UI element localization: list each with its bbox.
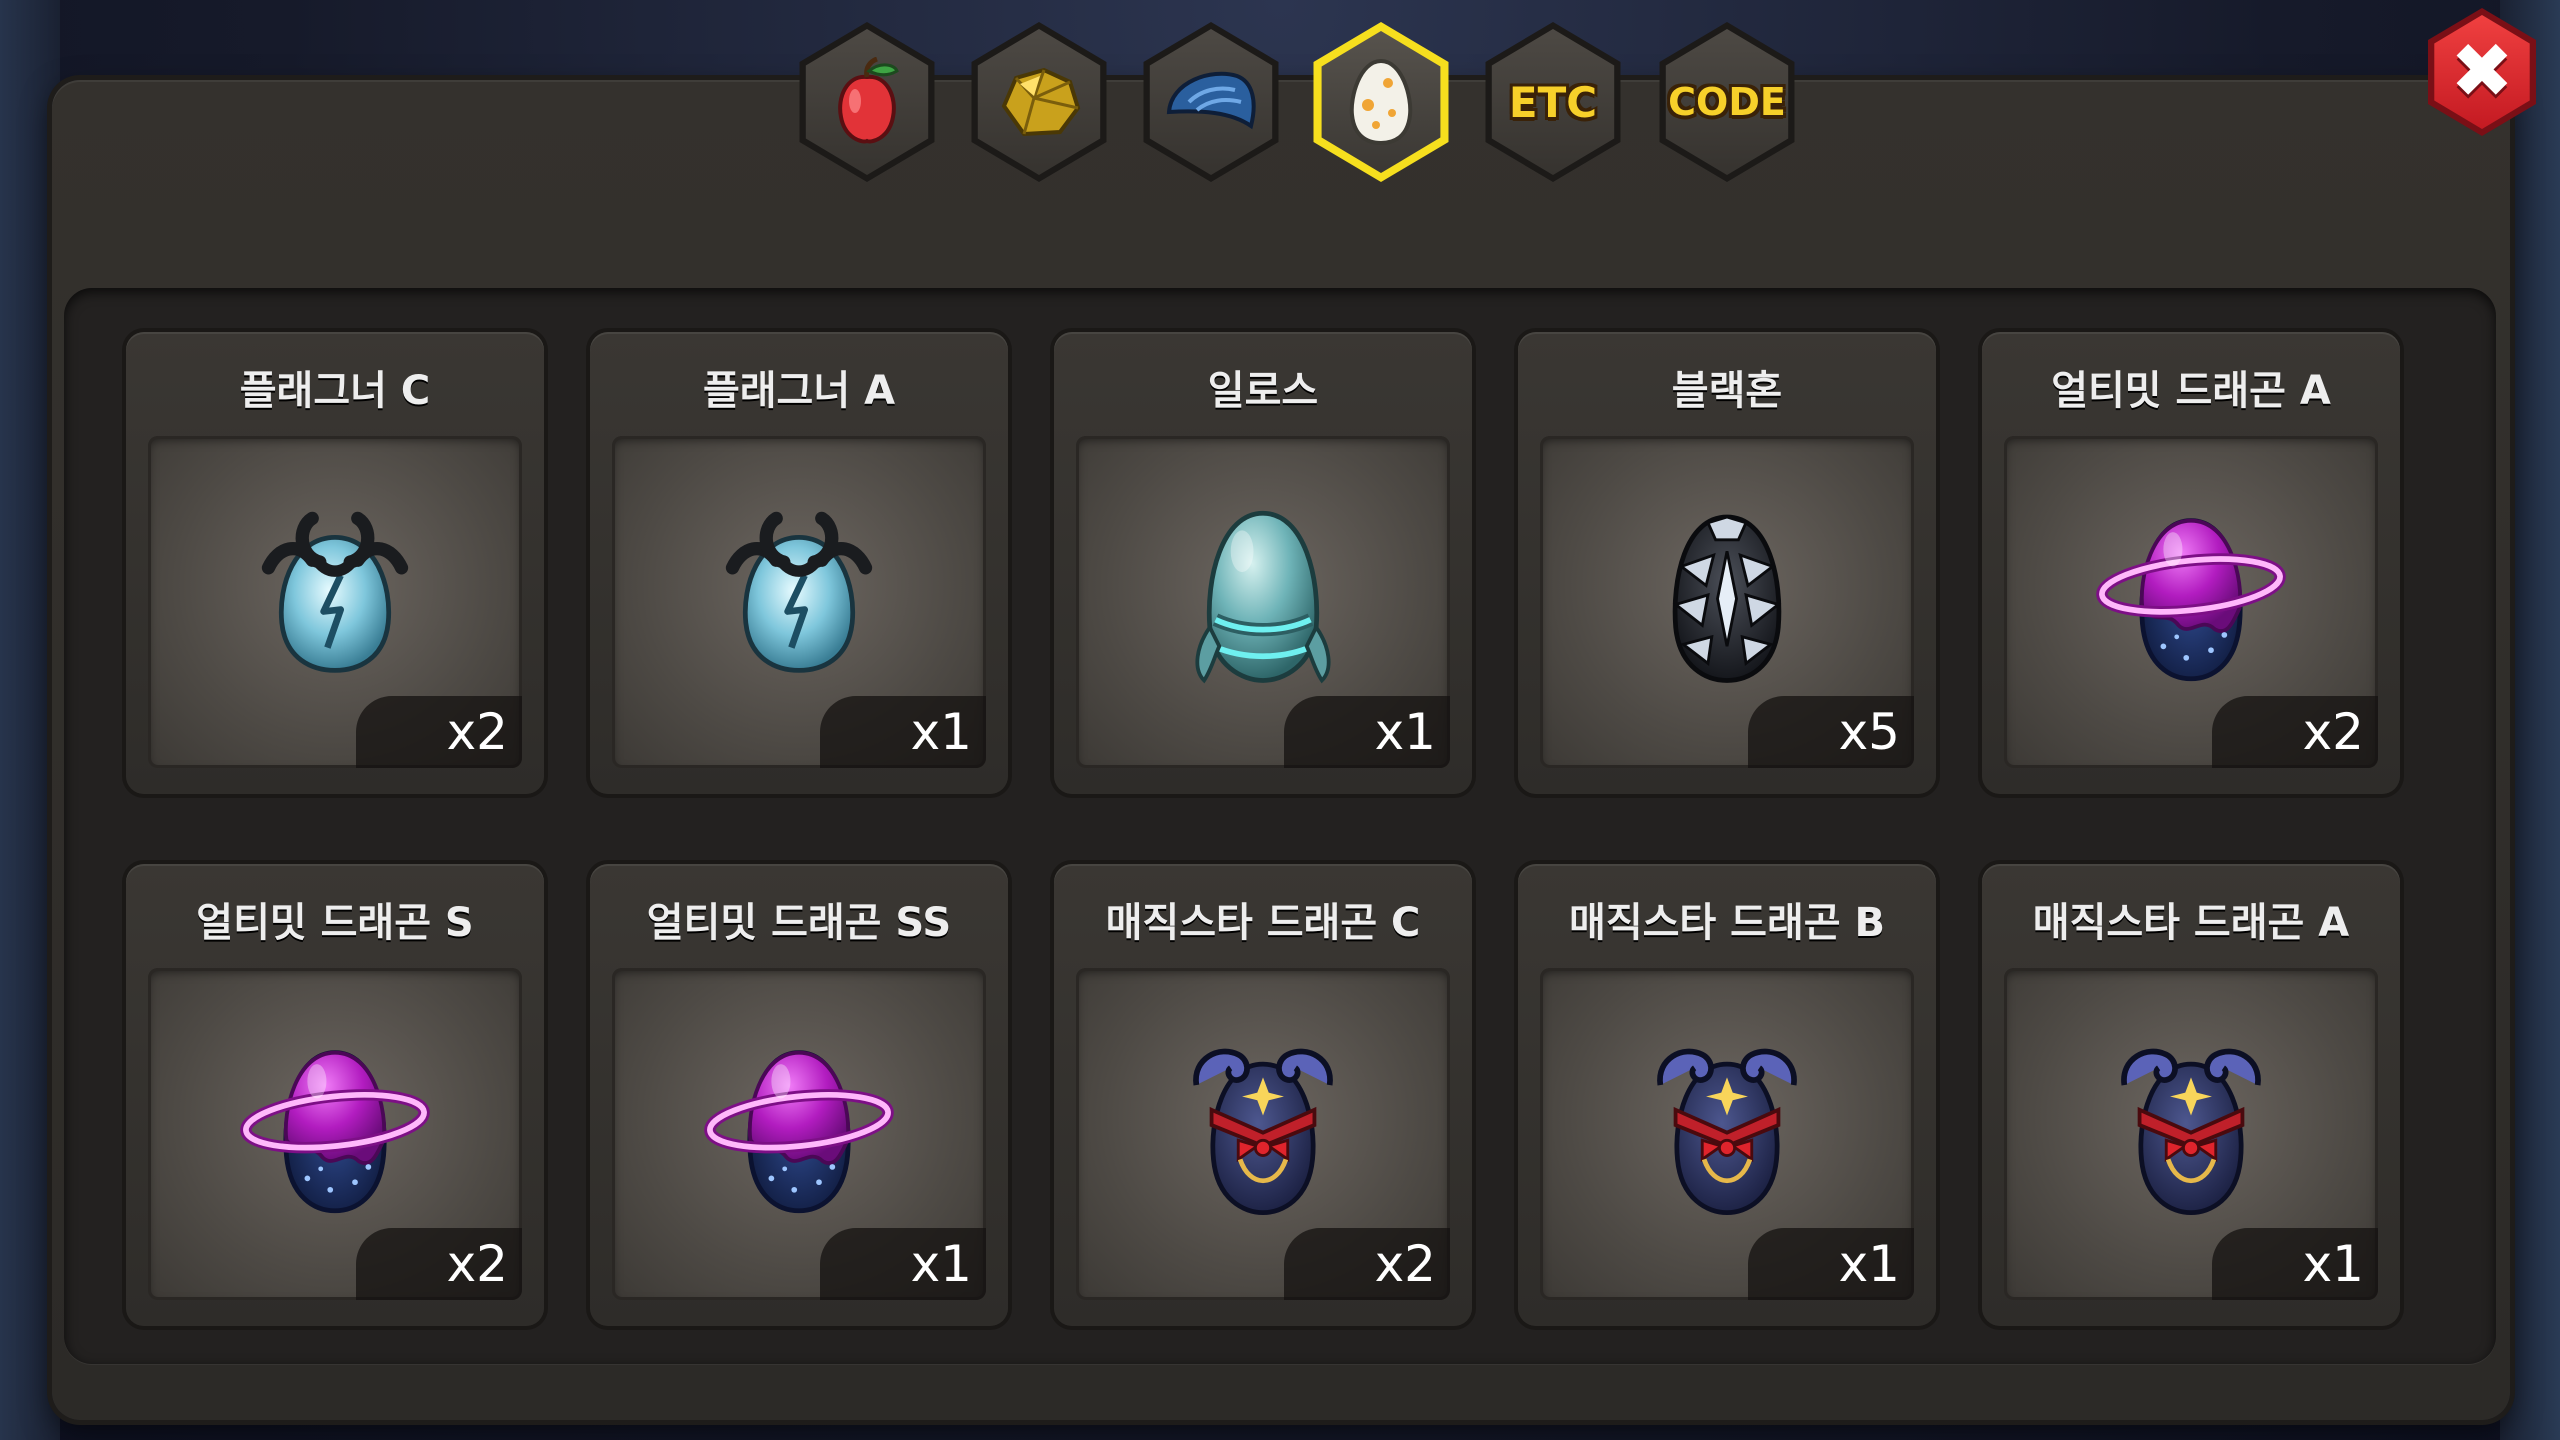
item-slot: x2	[1076, 968, 1450, 1300]
ultimate-egg-icon	[704, 1050, 894, 1214]
item-quantity: x2	[356, 696, 522, 768]
item-quantity: x2	[2212, 696, 2378, 768]
item-card[interactable]: 플래그너 C x2	[126, 332, 544, 794]
gold-ore-icon	[1001, 67, 1081, 137]
tab-etc[interactable]: ETC	[1478, 22, 1628, 182]
item-slot: x1	[1540, 968, 1914, 1300]
ultimate-egg-icon	[2096, 518, 2286, 682]
item-quantity: x5	[1748, 696, 1914, 768]
tab-egg[interactable]	[1306, 22, 1456, 182]
item-name: 얼티밋 드래곤 SS	[646, 900, 952, 946]
tab-scale[interactable]	[1136, 22, 1286, 182]
close-icon: ✖	[2450, 26, 2514, 115]
item-card[interactable]: 얼티밋 드래곤 A x2	[1982, 332, 2400, 794]
item-name: 매직스타 드래곤 C	[1105, 900, 1421, 946]
item-slot: x1	[1076, 436, 1450, 768]
item-slot: x2	[148, 968, 522, 1300]
item-slot: x1	[612, 968, 986, 1300]
item-card[interactable]: 매직스타 드래곤 B x1	[1518, 864, 1936, 1326]
item-quantity: x2	[356, 1228, 522, 1300]
item-name: 플래그너 C	[239, 368, 431, 414]
tab-ore[interactable]	[964, 22, 1114, 182]
item-card[interactable]: 매직스타 드래곤 C x2	[1054, 864, 1472, 1326]
item-quantity: x1	[2212, 1228, 2378, 1300]
magicstar-egg-icon	[2121, 1048, 2261, 1216]
magicstar-egg-icon	[1193, 1048, 1333, 1216]
item-slot: x1	[2004, 968, 2378, 1300]
close-button[interactable]: ✖	[2422, 8, 2542, 136]
item-name: 얼티밋 드래곤 A	[2051, 368, 2331, 414]
item-quantity: x1	[1748, 1228, 1914, 1300]
item-quantity: x1	[820, 696, 986, 768]
tab-fruit[interactable]	[792, 22, 942, 182]
fruit-icon	[838, 57, 899, 144]
egg-icon	[1349, 58, 1413, 146]
item-slot: x2	[2004, 436, 2378, 768]
item-quantity: x1	[1284, 696, 1450, 768]
item-name: 블랙혼	[1671, 368, 1783, 414]
magicstar-egg-icon	[1657, 1048, 1797, 1216]
dragon-scale-icon	[1166, 71, 1256, 130]
item-name: 플래그너 A	[702, 368, 896, 414]
tab-code-label: CODE	[1668, 80, 1786, 124]
tab-etc-label: ETC	[1508, 77, 1598, 127]
item-card[interactable]: 매직스타 드래곤 A x1	[1982, 864, 2400, 1326]
ilos-egg-icon	[1195, 510, 1331, 684]
tab-code[interactable]: CODE	[1652, 22, 1802, 182]
item-card[interactable]: 블랙혼 x5	[1518, 332, 1936, 794]
item-grid: 플래그너 C x2 플래그너 A x1 일로스 x1 블랙혼 x5 얼티밋 드래…	[64, 288, 2496, 1364]
blackhorn-egg-icon	[1672, 514, 1782, 683]
background-left	[0, 0, 60, 1440]
item-name: 매직스타 드래곤 B	[1569, 900, 1885, 946]
ultimate-egg-icon	[240, 1050, 430, 1214]
item-name: 얼티밋 드래곤 S	[196, 900, 474, 946]
item-card[interactable]: 일로스 x1	[1054, 332, 1472, 794]
item-slot: x2	[148, 436, 522, 768]
flagner-egg-icon	[261, 511, 409, 673]
item-card[interactable]: 얼티밋 드래곤 S x2	[126, 864, 544, 1326]
item-quantity: x2	[1284, 1228, 1450, 1300]
item-quantity: x1	[820, 1228, 986, 1300]
item-slot: x1	[612, 436, 986, 768]
flagner-egg-icon	[725, 511, 873, 673]
item-name: 일로스	[1207, 368, 1319, 414]
item-slot: x5	[1540, 436, 1914, 768]
item-card[interactable]: 플래그너 A x1	[590, 332, 1008, 794]
item-name: 매직스타 드래곤 A	[2032, 900, 2350, 946]
item-card[interactable]: 얼티밋 드래곤 SS x1	[590, 864, 1008, 1326]
